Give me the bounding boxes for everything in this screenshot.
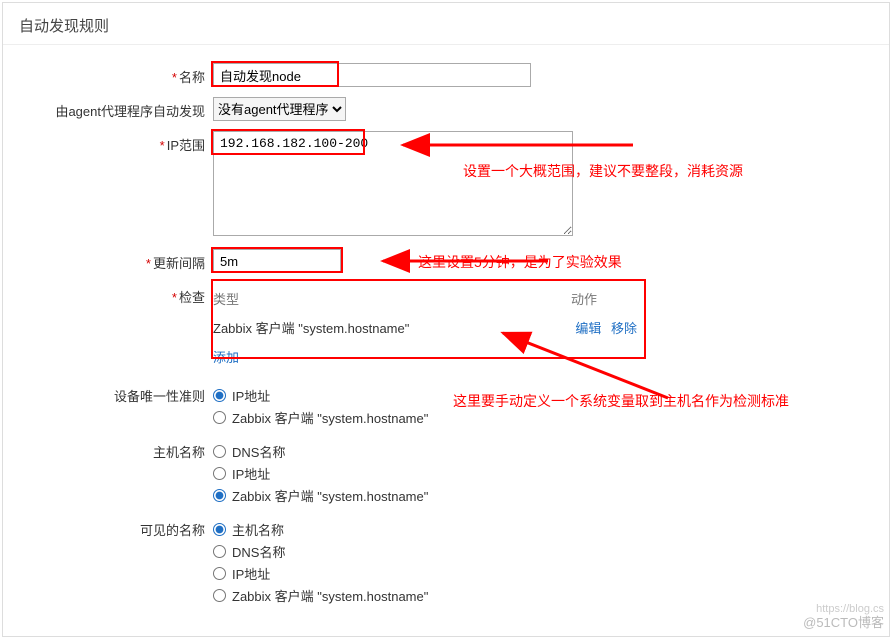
name-input[interactable] <box>213 63 531 87</box>
table-row: Zabbix 客户端 "system.hostname" 编辑 移除 <box>213 314 643 343</box>
proxy-select[interactable]: 没有agent代理程序 <box>213 97 346 121</box>
checks-row-text: Zabbix 客户端 "system.hostname" <box>213 318 409 337</box>
radio-input[interactable] <box>213 567 226 580</box>
row-uniqueness: 设备唯一性准则 IP地址 Zabbix 客户端 "system.hostname" <box>3 382 889 428</box>
radio-label: DNS名称 <box>232 442 285 461</box>
radio-vis-1[interactable]: DNS名称 <box>213 540 889 562</box>
radio-input[interactable] <box>213 545 226 558</box>
label-hostname: 主机名称 <box>153 445 205 460</box>
row-iprange: *IP范围 设置一个大概范围，建议不要整段，消耗资源 <box>3 131 889 239</box>
row-checks: *检查 类型 动作 Zabbix 客户端 "system.hostname" 编… <box>3 283 889 372</box>
radio-hn-2[interactable]: Zabbix 客户端 "system.hostname" <box>213 484 889 506</box>
label-interval: 更新间隔 <box>153 256 205 271</box>
radio-label: IP地址 <box>232 386 270 405</box>
label-iprange: IP范围 <box>167 138 205 153</box>
label-name: 名称 <box>179 70 205 85</box>
radio-input[interactable] <box>213 467 226 480</box>
radio-uniq-0[interactable]: IP地址 <box>213 384 889 406</box>
radio-input[interactable] <box>213 389 226 402</box>
radio-input[interactable] <box>213 589 226 602</box>
checks-col-type: 类型 <box>213 289 239 308</box>
radio-label: DNS名称 <box>232 542 285 561</box>
iprange-textarea[interactable] <box>213 131 573 236</box>
form-panel: 自动发现规则 *名称 由agent代理程序自动发现 没有agent代理程序 *I… <box>2 2 890 637</box>
radio-vis-3[interactable]: Zabbix 客户端 "system.hostname" <box>213 584 889 606</box>
form-body: *名称 由agent代理程序自动发现 没有agent代理程序 *IP范围 <box>3 45 889 606</box>
interval-input[interactable] <box>213 249 341 273</box>
row-visible: 可见的名称 主机名称 DNS名称 IP地址 Zabbix 客户端 "system.ho… <box>3 516 889 606</box>
radio-hn-1[interactable]: IP地址 <box>213 462 889 484</box>
radio-label: Zabbix 客户端 "system.hostname" <box>232 408 428 427</box>
radio-vis-2[interactable]: IP地址 <box>213 562 889 584</box>
radio-label: Zabbix 客户端 "system.hostname" <box>232 586 428 605</box>
label-checks: 检查 <box>179 290 205 305</box>
label-proxy: 由agent代理程序自动发现 <box>55 104 205 119</box>
edit-link[interactable]: 编辑 <box>575 321 601 336</box>
radio-label: IP地址 <box>232 464 270 483</box>
radio-input[interactable] <box>213 445 226 458</box>
radio-label: IP地址 <box>232 564 270 583</box>
add-link[interactable]: 添加 <box>213 350 239 365</box>
row-interval: *更新间隔 这里设置5分钟，是为了实验效果 <box>3 249 889 273</box>
row-hostname: 主机名称 DNS名称 IP地址 Zabbix 客户端 "system.hostnam… <box>3 438 889 506</box>
page-title: 自动发现规则 <box>3 3 889 45</box>
radio-label: Zabbix 客户端 "system.hostname" <box>232 486 428 505</box>
checks-table: 类型 动作 Zabbix 客户端 "system.hostname" 编辑 移除… <box>213 283 643 372</box>
radio-hn-0[interactable]: DNS名称 <box>213 440 889 462</box>
radio-uniq-1[interactable]: Zabbix 客户端 "system.hostname" <box>213 406 889 428</box>
radio-input[interactable] <box>213 489 226 502</box>
label-visible: 可见的名称 <box>140 523 205 538</box>
radio-label: 主机名称 <box>232 520 284 539</box>
checks-col-action: 动作 <box>571 289 597 308</box>
radio-input[interactable] <box>213 523 226 536</box>
row-name: *名称 <box>3 63 889 87</box>
label-uniqueness: 设备唯一性准则 <box>114 389 205 404</box>
note-interval: 这里设置5分钟，是为了实验效果 <box>418 252 622 272</box>
radio-vis-0[interactable]: 主机名称 <box>213 518 889 540</box>
remove-link[interactable]: 移除 <box>611 321 637 336</box>
note-ip: 设置一个大概范围，建议不要整段，消耗资源 <box>463 161 743 181</box>
watermark-text: @51CTO博客 <box>803 612 884 631</box>
row-proxy: 由agent代理程序自动发现 没有agent代理程序 <box>3 97 889 121</box>
radio-input[interactable] <box>213 411 226 424</box>
